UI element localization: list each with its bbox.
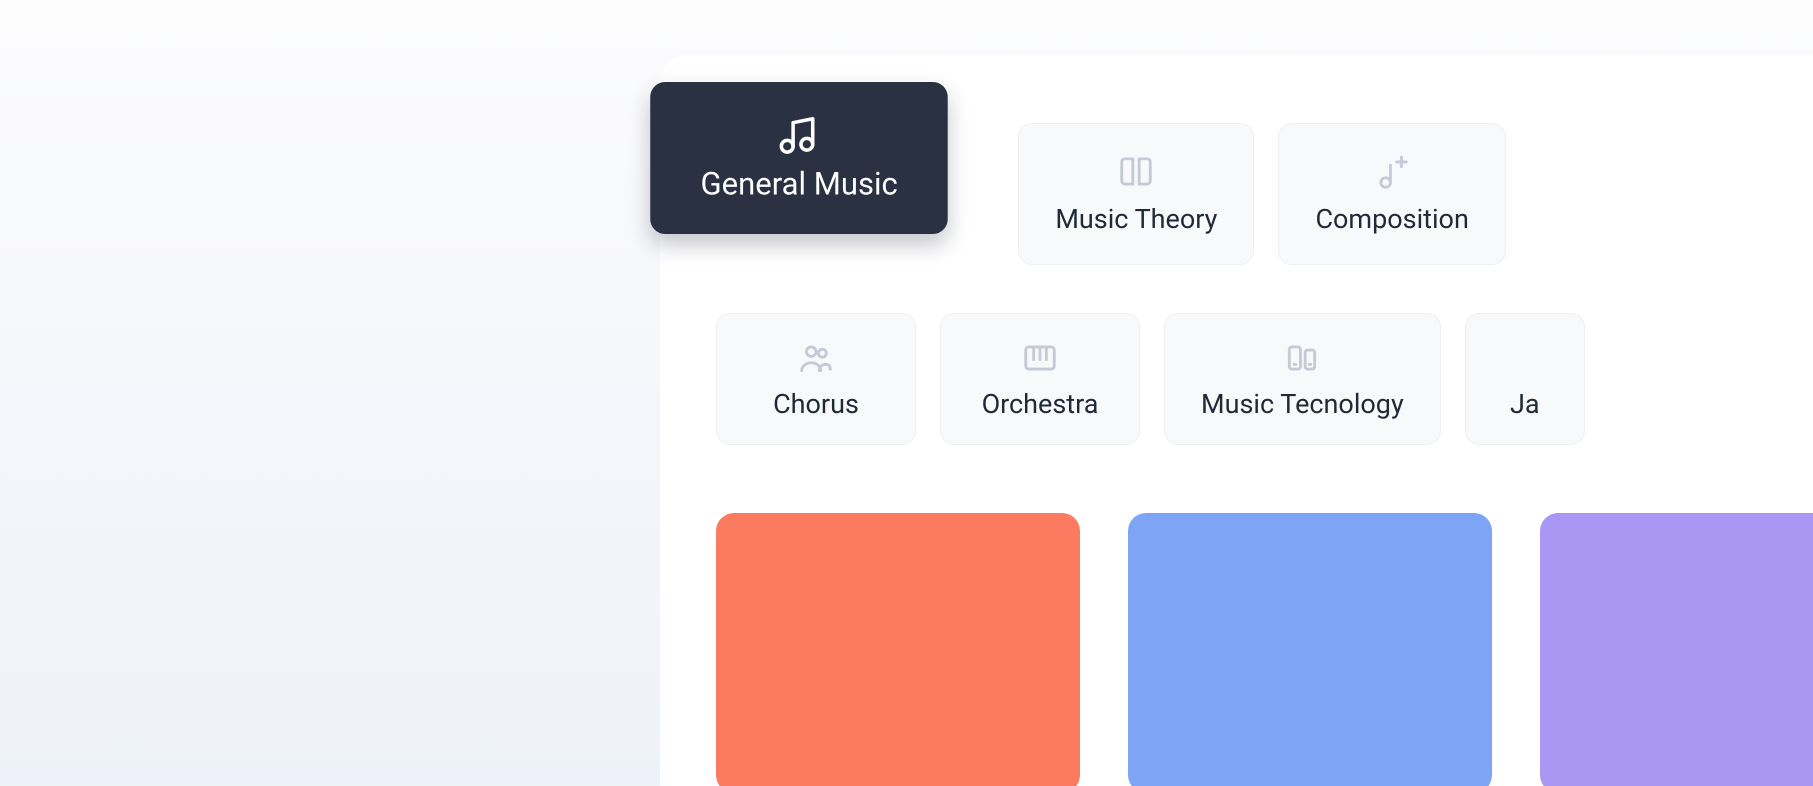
book-open-icon [1117,151,1155,195]
color-card-row [716,513,1813,786]
category-label: Ja [1510,388,1540,420]
category-orchestra[interactable]: Orchestra [940,313,1140,445]
category-label: Music Theory [1055,203,1217,235]
category-music-theory[interactable]: Music Theory [1018,123,1254,265]
category-label: Orchestra [982,388,1099,420]
category-music-technology[interactable]: Music Tecnology [1164,313,1441,445]
category-jazz[interactable]: Ja [1465,313,1585,445]
plus-note-icon [1373,151,1411,195]
devices-icon [1283,336,1321,380]
color-card-2[interactable] [1128,513,1492,786]
users-icon [797,336,835,380]
category-label: Music Tecnology [1201,388,1404,420]
content-panel: General Music Music Theory Composition [660,55,1813,786]
category-composition[interactable]: Composition [1278,123,1505,265]
category-label: General Music [701,167,898,203]
category-general-music[interactable]: General Music [650,82,948,234]
category-label: Composition [1315,203,1468,235]
category-label: Chorus [773,388,859,420]
category-grid: General Music Music Theory Composition [716,123,1813,445]
category-chorus[interactable]: Chorus [716,313,916,445]
piano-icon [1021,336,1059,380]
color-card-3[interactable] [1540,513,1813,786]
music-note-icon [776,111,823,158]
color-card-1[interactable] [716,513,1080,786]
